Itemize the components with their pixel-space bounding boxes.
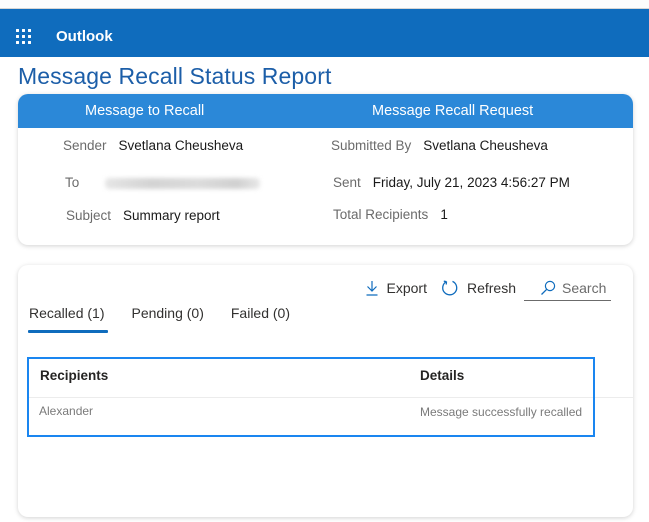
page-title: Message Recall Status Report xyxy=(18,63,332,89)
sent-field: Sent Friday, July 21, 2023 4:56:27 PM xyxy=(333,175,570,190)
export-label: Export xyxy=(386,280,427,296)
refresh-button[interactable]: Refresh xyxy=(441,279,516,297)
column-header-recipients[interactable]: Recipients xyxy=(40,368,108,383)
to-value-redacted xyxy=(105,177,261,189)
details-cell: Message successfully recalled xyxy=(420,405,583,419)
submitted-by-field: Submitted By Svetlana Cheusheva xyxy=(331,138,548,153)
recipient-cell: Alexander xyxy=(39,404,94,418)
refresh-label: Refresh xyxy=(466,280,516,296)
sender-field: Sender Svetlana Cheusheva xyxy=(63,138,243,153)
to-label: To xyxy=(65,175,80,190)
to-field: To xyxy=(65,175,261,190)
submitted-by-label: Submitted By xyxy=(331,138,412,153)
toolbar: Export Refresh Search xyxy=(351,275,611,301)
sent-value: Friday, July 21, 2023 4:56:27 PM xyxy=(372,175,570,190)
sent-label: Sent xyxy=(333,175,361,190)
column-header-details[interactable]: Details xyxy=(420,368,464,383)
header-divider xyxy=(28,397,633,398)
download-icon xyxy=(366,281,377,296)
search-icon xyxy=(541,280,556,295)
tab-pending[interactable]: Pending (0) xyxy=(131,303,203,333)
recall-status-card: Export Refresh Search Recalled (1) Pendi… xyxy=(18,265,633,517)
status-tabs: Recalled (1) Pending (0) Failed (0) xyxy=(27,303,317,333)
message-recall-request-heading: Message Recall Request xyxy=(372,103,534,119)
app-name[interactable]: Outlook xyxy=(56,28,113,45)
export-button[interactable]: Export xyxy=(365,280,427,296)
subject-value: Summary report xyxy=(123,208,220,223)
total-recipients-label: Total Recipients xyxy=(333,207,429,222)
app-launcher-waffle-icon[interactable] xyxy=(16,29,31,44)
window-top-strip xyxy=(0,0,649,9)
total-recipients-field: Total Recipients 1 xyxy=(333,207,448,222)
subject-label: Subject xyxy=(66,208,112,223)
refresh-icon xyxy=(442,280,458,296)
search-placeholder: Search xyxy=(562,279,607,296)
tab-failed[interactable]: Failed (0) xyxy=(231,303,290,333)
tab-recalled[interactable]: Recalled (1) xyxy=(27,303,109,333)
recall-summary-card: Message to Recall Message Recall Request… xyxy=(18,94,633,245)
app-bar: Outlook xyxy=(0,9,649,57)
subject-field: Subject Summary report xyxy=(66,208,220,223)
summary-card-header: Message to Recall Message Recall Request xyxy=(18,94,633,128)
message-to-recall-heading: Message to Recall xyxy=(85,103,205,119)
total-recipients-value: 1 xyxy=(440,207,448,222)
search-input[interactable]: Search xyxy=(524,275,611,301)
sender-value: Svetlana Cheusheva xyxy=(118,138,244,153)
sender-label: Sender xyxy=(63,138,107,153)
submitted-by-value: Svetlana Cheusheva xyxy=(423,138,548,153)
